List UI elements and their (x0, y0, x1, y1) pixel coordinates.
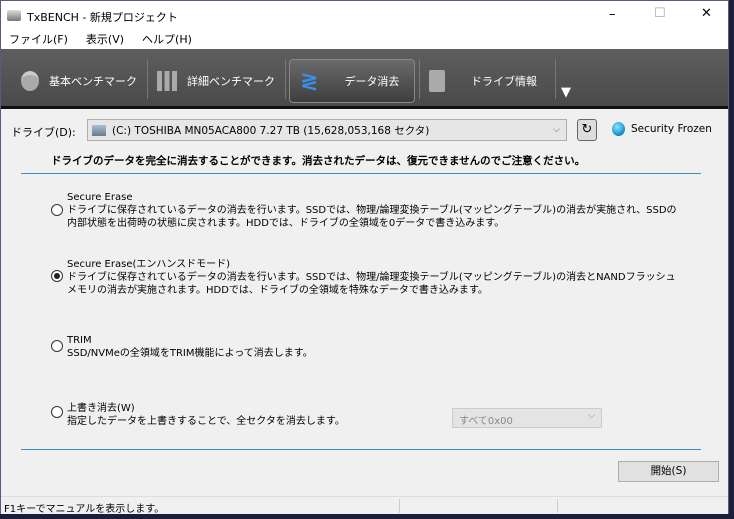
security-status: Security Frozen (631, 123, 712, 135)
divider (21, 173, 701, 174)
window-title: TxBENCH - 新規プロジェクト (27, 11, 178, 24)
hdd-icon (92, 124, 106, 136)
tab-label: 詳細ベンチマーク (187, 75, 275, 88)
status-text: F1キーでマニュアルを表示します。 (4, 504, 165, 515)
tab-detail-benchmark[interactable]: 詳細ベンチマーク (157, 59, 283, 103)
chevron-down-icon: ⌵ (588, 411, 595, 421)
option-title: Secure Erase(エンハンスドモード) (67, 259, 231, 270)
status-separator (399, 499, 400, 513)
close-button[interactable]: ✕ (701, 6, 712, 21)
tab-overflow-button[interactable]: ▼ (561, 85, 571, 100)
chevron-down-icon: ⌵ (553, 125, 560, 135)
drive-value: (C:) TOSHIBA MN05ACA800 7.27 TB (15,628,… (112, 124, 430, 137)
tab-label: データ消去 (344, 75, 400, 88)
separator (147, 59, 148, 99)
separator (555, 59, 556, 99)
warning-notice: ドライブのデータを完全に消去することができます。消去されたデータは、復元できませ… (51, 155, 586, 167)
overwrite-pattern-value: すべて0x00 (459, 416, 513, 427)
option-desc: ドライブに保存されているデータの消去を行います。SSDでは、物理/論理変換テーブ… (67, 205, 677, 229)
option-title: Secure Erase (67, 192, 133, 203)
menu-file[interactable]: ファイル(F) (9, 33, 68, 46)
status-separator (557, 499, 558, 513)
refresh-button[interactable]: ↻ (577, 119, 597, 141)
tab-data-erase[interactable]: ≷ データ消去 (289, 59, 415, 103)
stopwatch-icon (21, 71, 39, 91)
toolbar: 基本ベンチマーク 詳細ベンチマーク ≷ データ消去 ドライブ情報 ▼ (1, 49, 728, 109)
drive-icon (429, 70, 445, 92)
app-icon (7, 10, 21, 21)
main-window: TxBENCH - 新規プロジェクト – ☐ ✕ ファイル(F) 表示(V) ヘルプ… (0, 0, 729, 515)
maximize-button[interactable]: ☐ (654, 6, 666, 21)
option-title: TRIM (67, 335, 92, 346)
radio-overwrite[interactable] (51, 406, 63, 418)
tab-label: ドライブ情報 (471, 75, 537, 88)
option-desc: ドライブに保存されているデータの消去を行います。SSDでは、物理/論理変換テーブ… (67, 272, 676, 296)
tab-drive-info[interactable]: ドライブ情報 (429, 59, 551, 103)
refresh-icon: ↻ (581, 122, 593, 137)
menu-help[interactable]: ヘルプ(H) (142, 33, 192, 46)
drive-label: ドライブ(D): (11, 126, 76, 139)
tab-basic-benchmark[interactable]: 基本ベンチマーク (21, 59, 143, 103)
overwrite-pattern-select[interactable]: すべて0x00 ⌵ (452, 408, 602, 428)
start-button[interactable]: 開始(S) (618, 461, 719, 482)
option-desc: 指定したデータを上書きすることで、全セクタを消去します。 (67, 416, 345, 427)
radio-secure-erase[interactable] (51, 204, 63, 216)
erase-zigzag-icon: ≷ (300, 68, 319, 94)
tab-label: 基本ベンチマーク (49, 75, 137, 88)
option-trim: TRIM SSD/NVMeの全領域をTRIM機能によって消去します。 (67, 334, 677, 360)
radio-secure-erase-enhanced[interactable] (51, 270, 63, 282)
menu-view[interactable]: 表示(V) (86, 33, 124, 46)
divider (21, 449, 701, 450)
menu-bar: ファイル(F) 表示(V) ヘルプ(H) (1, 31, 728, 49)
option-desc: SSD/NVMeの全領域をTRIM機能によって消去します。 (67, 348, 313, 359)
title-bar: TxBENCH - 新規プロジェクト – ☐ ✕ (1, 1, 728, 31)
option-title: 上書き消去(W) (67, 403, 135, 414)
option-overwrite: 上書き消去(W) 指定したデータを上書きすることで、全セクタを消去します。 (67, 402, 447, 428)
drive-select[interactable]: (C:) TOSHIBA MN05ACA800 7.27 TB (15,628,… (87, 119, 567, 141)
option-secure-erase-enhanced: Secure Erase(エンハンスドモード) ドライブに保存されているデータの… (67, 258, 677, 297)
radio-trim[interactable] (51, 340, 63, 352)
option-secure-erase: Secure Erase ドライブに保存されているデータの消去を行います。SSD… (67, 191, 677, 230)
status-bar: F1キーでマニュアルを表示します。 (1, 496, 728, 515)
security-status-icon (612, 122, 625, 136)
separator (285, 59, 286, 99)
bar-chart-icon (157, 71, 177, 91)
separator (419, 59, 420, 99)
minimize-button[interactable]: – (609, 7, 616, 22)
